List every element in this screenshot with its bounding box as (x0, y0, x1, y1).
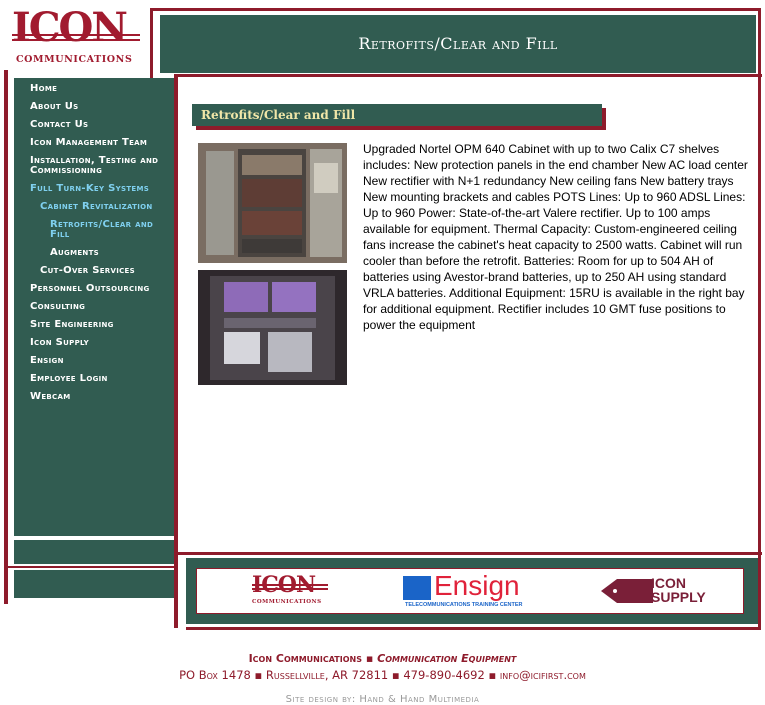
content-heading: Retrofits/Clear and Fill (201, 108, 356, 122)
sidebar-block-1 (14, 540, 174, 564)
bottom-frame-line (186, 627, 760, 630)
footer-company: Icon Communications (248, 652, 362, 665)
nav-contact-us[interactable]: Contact Us (30, 120, 174, 130)
content-heading-bar: Retrofits/Clear and Fill (192, 104, 602, 126)
logo-word: ICON (12, 4, 128, 51)
supply-line2: SUPPLY (651, 589, 706, 605)
left-frame-line (4, 70, 8, 604)
bottom-right-line (758, 552, 761, 630)
partner-icon-word: ICON (252, 572, 316, 598)
right-frame-line (758, 8, 761, 78)
partner-icon-supply-logo[interactable]: ICON SUPPLY (601, 573, 716, 609)
nav-employee-login[interactable]: Employee Login (30, 374, 174, 384)
nav-cut-over-services[interactable]: Cut-Over Services (40, 266, 174, 276)
nav-augments[interactable]: Augments (50, 248, 174, 258)
top-frame-line (150, 8, 758, 11)
content-right-line (758, 74, 761, 552)
partner-icon-logo[interactable]: ICON COMMUNICATIONS (252, 573, 332, 609)
nav-turn-key-systems[interactable]: Full Turn-Key Systems (30, 184, 174, 194)
supply-diamond-icon (601, 579, 653, 603)
partner-ensign-logo[interactable]: Ensign TELECOMMUNICATIONS TRAINING CENTE… (403, 570, 563, 609)
footer-tagline: Communication Equipment (377, 652, 517, 665)
nav-icon-supply[interactable]: Icon Supply (30, 338, 174, 348)
inner-frame-line (174, 74, 178, 628)
content-body: Upgraded Nortel OPM 640 Cabinet with up … (363, 142, 748, 332)
nav-home[interactable]: Home (30, 84, 174, 94)
cabinet-photo-open (198, 270, 347, 385)
ensign-icon (403, 576, 431, 600)
sidebar-block-2 (14, 570, 174, 598)
nav-ensign[interactable]: Ensign (30, 356, 174, 366)
supply-line1: ICON (651, 575, 686, 591)
nav-cabinet-revitalization[interactable]: Cabinet Revitalization (40, 202, 174, 212)
logo-subtitle: COMMUNICATIONS (16, 54, 133, 65)
nav-about-us[interactable]: About Us (30, 102, 174, 112)
footer-separator: ▪ (365, 652, 374, 665)
partner-logos: ICON COMMUNICATIONS Ensign TELECOMMUNICA… (196, 568, 744, 614)
partner-icon-sub: COMMUNICATIONS (252, 599, 322, 605)
page-header: Retrofits/Clear and Fill (160, 15, 756, 73)
footer-address[interactable]: PO Box 1478 ▪ Russellville, AR 72811 ▪ 4… (0, 668, 765, 682)
nav-retrofits[interactable]: Retrofits/Clear and Fill (50, 220, 174, 240)
nav-installation[interactable]: Installation, Testing and Commissioning (30, 156, 174, 176)
logo-right-line (150, 8, 153, 78)
footer-credit[interactable]: Site design by: Hand & Hand Multimedia (0, 694, 765, 705)
cabinet-photo-front (198, 143, 347, 263)
icon-communications-logo[interactable]: ICON COMMUNICATIONS (8, 6, 148, 68)
footer-company-line: Icon Communications ▪ Communication Equi… (0, 652, 765, 665)
nav-webcam[interactable]: Webcam (30, 392, 174, 402)
nav-site-engineering[interactable]: Site Engineering (30, 320, 174, 330)
sidebar-block-line (8, 566, 178, 568)
content-top-line (174, 74, 762, 77)
page-title: Retrofits/Clear and Fill (358, 34, 558, 53)
nav-consulting[interactable]: Consulting (30, 302, 174, 312)
sidebar: Home About Us Contact Us Icon Management… (14, 78, 174, 536)
partner-ensign-word: Ensign (434, 570, 520, 601)
footer-frame-line (178, 552, 762, 555)
site-footer: Icon Communications ▪ Communication Equi… (0, 652, 765, 705)
nav-personnel-outsourcing[interactable]: Personnel Outsourcing (30, 284, 174, 294)
sidebar-nav: Home About Us Contact Us Icon Management… (30, 84, 174, 410)
nav-management-team[interactable]: Icon Management Team (30, 138, 174, 148)
partner-ensign-sub: TELECOMMUNICATIONS TRAINING CENTER (405, 602, 523, 608)
